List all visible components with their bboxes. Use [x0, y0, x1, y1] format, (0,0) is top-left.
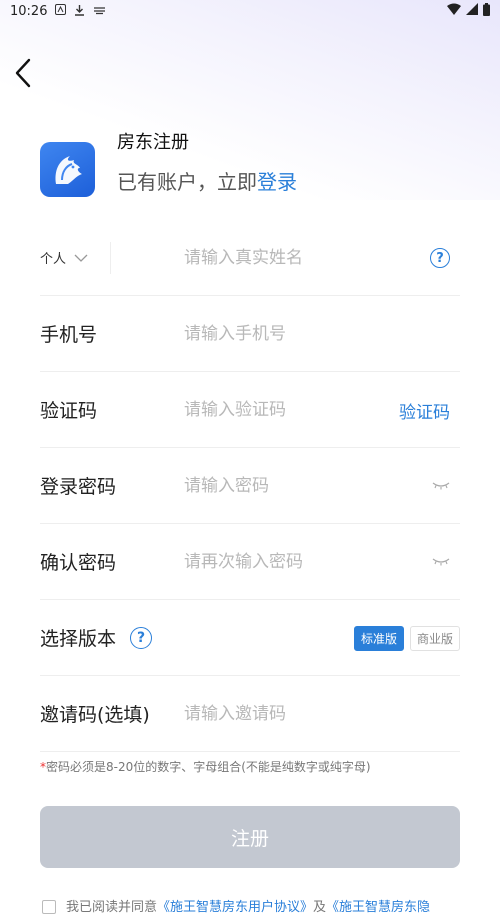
header-text: 房东注册 已有账户，立即登录: [117, 126, 297, 197]
login-prompt-text: 已有账户，立即: [117, 170, 257, 194]
page-header: 房东注册 已有账户，立即登录: [40, 126, 297, 197]
password-hint-text: 密码必须是8-20位的数字、字母组合(不能是纯数字或纯字母): [46, 760, 371, 774]
version-label: 选择版本: [40, 628, 117, 650]
version-options: 标准版 商业版: [353, 600, 460, 676]
chevron-down-icon: [74, 254, 88, 262]
identity-type-select[interactable]: 个人: [40, 248, 88, 267]
code-label: 验证码: [40, 400, 98, 422]
confirm-password-input[interactable]: [184, 524, 394, 600]
password-toggle-slot: [432, 448, 450, 524]
invite-label: 邀请码(选填): [40, 704, 150, 726]
register-form: 个人 ? 手机号 验证码 验证码 登录密码: [40, 220, 460, 752]
phone-row: 手机号: [40, 296, 460, 372]
agreement-checkbox[interactable]: [42, 900, 56, 914]
password-input[interactable]: [184, 448, 394, 524]
confirm-password-row: 确认密码: [40, 524, 460, 600]
code-button-slot: 验证码: [399, 372, 450, 448]
status-right: [447, 2, 490, 20]
phone-label: 手机号: [40, 324, 98, 346]
app-icon: [55, 4, 67, 18]
code-input[interactable]: [184, 372, 394, 448]
confirm-toggle-slot: [432, 524, 450, 600]
version-help-icon[interactable]: ?: [130, 626, 153, 649]
version-business-button[interactable]: 商业版: [409, 625, 460, 651]
user-agreement-link[interactable]: 《施王智慧房东用户协议》: [157, 896, 313, 915]
keyboard-icon: [93, 5, 106, 18]
battery-icon: [483, 2, 490, 20]
help-icon[interactable]: ?: [430, 248, 450, 268]
wifi-icon: [447, 3, 461, 19]
agreement-prefix: 我已阅读并同意: [66, 900, 158, 915]
app-logo: [40, 142, 95, 197]
get-code-button[interactable]: 验证码: [399, 398, 450, 423]
agreement-mid: 及: [313, 900, 327, 915]
status-left: 10:26: [10, 4, 106, 19]
confirm-password-label: 确认密码: [40, 552, 117, 574]
name-help-slot: ?: [430, 220, 450, 296]
real-name-input[interactable]: [184, 220, 394, 296]
invite-code-input[interactable]: [184, 676, 394, 752]
back-button[interactable]: [12, 58, 36, 88]
version-row: 选择版本 ? 标准版 商业版: [40, 600, 460, 676]
agreement-row: 我已阅读并同意 《施王智慧房东用户协议》 及 《施王智慧房东隐: [42, 896, 430, 920]
name-row: 个人 ?: [40, 220, 460, 296]
password-row: 登录密码: [40, 448, 460, 524]
signal-icon: [466, 3, 478, 19]
code-row: 验证码 验证码: [40, 372, 460, 448]
select-divider: [110, 242, 111, 274]
login-prompt: 已有账户，立即登录: [117, 166, 297, 195]
login-link[interactable]: 登录: [257, 170, 297, 194]
invite-row: 邀请码(选填): [40, 676, 460, 752]
chevron-left-icon: [15, 58, 31, 88]
password-label: 登录密码: [40, 476, 117, 498]
identity-type-value: 个人: [40, 252, 67, 267]
password-hint: *密码必须是8-20位的数字、字母组合(不能是纯数字或纯字母): [40, 758, 371, 775]
privacy-policy-link[interactable]: 《施王智慧房东隐: [326, 896, 430, 915]
phone-input[interactable]: [184, 296, 394, 372]
status-time: 10:26: [10, 3, 48, 19]
register-button[interactable]: 注册: [40, 806, 460, 868]
download-icon: [74, 4, 85, 19]
eye-closed-icon[interactable]: [432, 557, 450, 567]
page-title: 房东注册: [117, 132, 189, 153]
version-standard-button[interactable]: 标准版: [353, 625, 404, 651]
status-bar: 10:26: [0, 0, 500, 22]
lion-logo-icon: [55, 155, 82, 184]
eye-closed-icon[interactable]: [432, 481, 450, 491]
